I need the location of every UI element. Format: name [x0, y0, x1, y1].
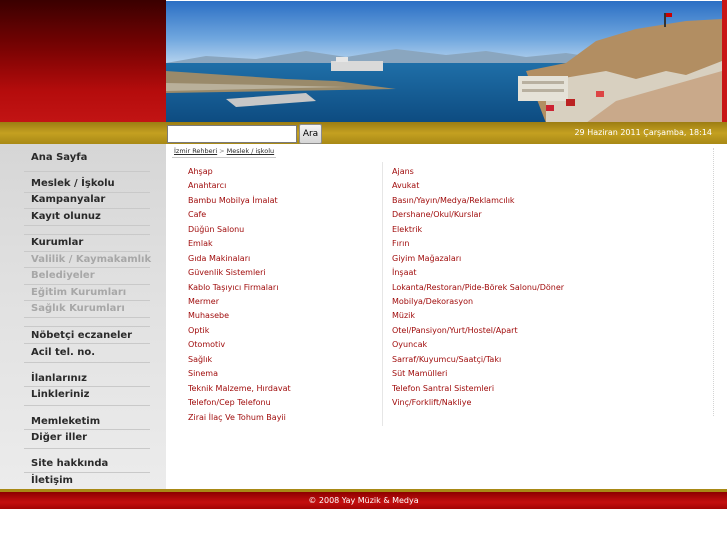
category-link[interactable]: Sağlık — [188, 355, 212, 364]
category-link[interactable]: Oyuncak — [392, 340, 427, 349]
sidebar-divider — [24, 317, 150, 318]
sidebar-item-campaigns[interactable]: Kampanyalar — [31, 194, 105, 205]
sidebar-item-other-cities[interactable]: Diğer iller — [31, 432, 87, 443]
category-link[interactable]: Lokanta/Restoran/Pide-Börek Salonu/Döner — [392, 283, 564, 292]
category-link[interactable]: Mobilya/Dekorasyon — [392, 297, 473, 306]
category-link[interactable]: Teknik Malzeme, Hırdavat — [188, 384, 291, 393]
header-photo — [166, 0, 722, 122]
category-link[interactable]: Otel/Pansiyon/Yurt/Hostel/Apart — [392, 326, 518, 335]
sidebar-divider — [24, 284, 150, 285]
sidebar-divider — [24, 192, 150, 193]
category-link[interactable]: Optik — [188, 326, 209, 335]
sidebar-item-governorship[interactable]: Valilik / Kaymakamlık — [31, 254, 151, 265]
category-link[interactable]: Telefon/Cep Telefonu — [188, 398, 271, 407]
column-divider — [382, 162, 383, 426]
category-link[interactable]: Dershane/Okul/Kurslar — [392, 210, 482, 219]
sidebar-divider — [24, 386, 150, 387]
category-link[interactable]: Sarraf/Kuyumcu/Saatçi/Takı — [392, 355, 501, 364]
category-link[interactable]: Elektrik — [392, 225, 422, 234]
sidebar-divider — [24, 448, 150, 449]
sidebar-divider — [24, 472, 150, 473]
header-left-panel — [0, 0, 166, 122]
breadcrumb-root-link[interactable]: İzmir Rehberi — [174, 147, 217, 155]
category-link[interactable]: Telefon Santral Sistemleri — [392, 384, 494, 393]
sidebar-divider — [24, 251, 150, 252]
sidebar-divider — [24, 429, 150, 430]
category-link[interactable]: Ajans — [392, 167, 414, 176]
sidebar-item-profession[interactable]: Meslek / İşkolu — [31, 178, 115, 189]
sidebar-item-pharmacies[interactable]: Nöbetçi eczaneler — [31, 330, 132, 341]
header-right-strip — [722, 0, 727, 122]
category-link[interactable]: Bambu Mobilya İmalat — [188, 196, 278, 205]
sidebar-item-institutions[interactable]: Kurumlar — [31, 237, 83, 248]
sidebar-item-hometown[interactable]: Memleketim — [31, 416, 100, 427]
breadcrumb: İzmir Rehberi > Meslek / işkolu — [174, 147, 274, 155]
category-link[interactable]: Sinema — [188, 369, 218, 378]
category-link[interactable]: Gıda Makinaları — [188, 254, 250, 263]
sidebar-item-about[interactable]: Site hakkında — [31, 458, 108, 469]
category-link[interactable]: Anahtarcı — [188, 181, 226, 190]
sidebar-divider — [24, 208, 150, 209]
category-link[interactable]: Fırın — [392, 239, 409, 248]
breadcrumb-current-link[interactable]: Meslek / işkolu — [227, 147, 275, 155]
category-link[interactable]: Cafe — [188, 210, 206, 219]
harbor-photo-graphic — [166, 1, 722, 122]
category-link[interactable]: Ahşap — [188, 167, 213, 176]
sidebar-item-register[interactable]: Kayıt olunuz — [31, 211, 101, 222]
category-link[interactable]: Kablo Taşıyıcı Firmaları — [188, 283, 278, 292]
sidebar-item-education[interactable]: Eğitim Kurumları — [31, 287, 126, 298]
category-link[interactable]: Düğün Salonu — [188, 225, 244, 234]
sidebar-item-links[interactable]: Linkleriniz — [31, 389, 90, 400]
sidebar-divider — [24, 362, 150, 363]
category-link[interactable]: Vinç/Forklift/Nakliye — [392, 398, 471, 407]
sidebar-divider — [24, 234, 150, 235]
breadcrumb-separator: > — [219, 147, 225, 155]
sidebar-divider — [24, 300, 150, 301]
sidebar-divider — [24, 267, 150, 268]
sidebar-item-municipalities[interactable]: Belediyeler — [31, 270, 95, 281]
category-link[interactable]: Süt Mamülleri — [392, 369, 447, 378]
sidebar-item-health[interactable]: Sağlık Kurumları — [31, 303, 125, 314]
sidebar-item-ads[interactable]: İlanlarınız — [31, 373, 87, 384]
category-link[interactable]: Emlak — [188, 239, 213, 248]
date-time-display: 29 Haziran 2011 Çarşamba, 18:14 — [574, 128, 712, 137]
category-link[interactable]: Mermer — [188, 297, 219, 306]
category-link[interactable]: Zirai İlaç Ve Tohum Bayii — [188, 413, 286, 422]
category-link[interactable]: Otomotiv — [188, 340, 225, 349]
content-right-border — [713, 148, 714, 416]
sidebar-divider — [24, 405, 150, 406]
footer-copyright: © 2008 Yay Müzik & Medya — [308, 496, 419, 505]
sidebar-divider — [24, 171, 150, 172]
category-link[interactable]: Güvenlik Sistemleri — [188, 268, 266, 277]
category-link[interactable]: Basın/Yayın/Medya/Reklamcılık — [392, 196, 515, 205]
category-link[interactable]: İnşaat — [392, 268, 417, 277]
sidebar-item-home[interactable]: Ana Sayfa — [31, 152, 87, 163]
footer: © 2008 Yay Müzik & Medya — [0, 492, 727, 509]
sidebar-item-contact[interactable]: İletişim — [31, 475, 73, 486]
search-button[interactable]: Ara — [299, 124, 322, 144]
category-link[interactable]: Avukat — [392, 181, 419, 190]
category-link[interactable]: Müzik — [392, 311, 415, 320]
sidebar-divider — [24, 225, 150, 226]
category-link[interactable]: Muhasebe — [188, 311, 229, 320]
sidebar-item-emergency[interactable]: Acil tel. no. — [31, 347, 95, 358]
search-input[interactable] — [167, 125, 297, 143]
sidebar-divider — [24, 343, 150, 344]
breadcrumb-rule — [172, 157, 276, 158]
category-link[interactable]: Giyim Mağazaları — [392, 254, 461, 263]
sidebar-divider — [24, 326, 150, 327]
